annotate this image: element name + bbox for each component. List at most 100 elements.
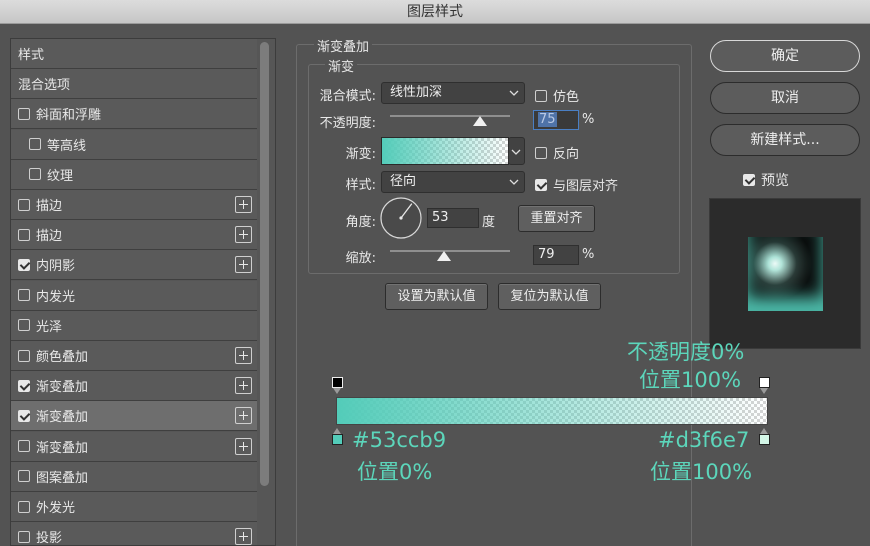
scale-slider-thumb[interactable] — [437, 251, 451, 261]
sidebar-item[interactable]: 描边 — [11, 220, 257, 251]
gradient-bar[interactable] — [336, 397, 768, 425]
end-opacity-position-note: 位置100% — [639, 368, 742, 392]
sidebar-item-checkbox[interactable] — [18, 530, 30, 543]
blend-mode-label: 混合模式: — [319, 89, 376, 104]
sidebar-item[interactable]: 渐变叠加 — [11, 431, 257, 462]
sidebar-item-label: 斜面和浮雕 — [36, 108, 102, 124]
sidebar-item-label: 渐变叠加 — [36, 380, 89, 396]
new-style-button[interactable]: 新建样式... — [710, 124, 860, 156]
preview-checkbox[interactable]: 预览 — [743, 170, 789, 190]
reverse-checkbox[interactable]: 反向 — [535, 143, 579, 162]
angle-label: 角度: — [345, 215, 376, 230]
sidebar-item-label: 渐变叠加 — [36, 410, 89, 426]
sidebar-item[interactable]: 斜面和浮雕 — [11, 99, 257, 130]
sidebar-item-checkbox[interactable] — [18, 289, 30, 302]
sidebar-item-checkbox[interactable] — [18, 107, 30, 120]
style-select[interactable]: 径向 — [381, 171, 525, 193]
opacity-input[interactable]: 75 — [533, 110, 579, 130]
sidebar-item[interactable]: 等高线 — [11, 129, 257, 160]
sidebar-item-checkbox[interactable] — [18, 379, 30, 392]
sidebar-item-label: 投影 — [36, 531, 63, 546]
add-effect-plus-icon[interactable] — [235, 226, 252, 244]
sidebar-item-checkbox[interactable] — [29, 138, 41, 151]
opacity-stop-end[interactable] — [759, 377, 770, 388]
gradient-picker-button[interactable] — [508, 137, 525, 165]
sidebar-item-checkbox[interactable] — [18, 440, 30, 453]
sidebar-item[interactable]: 颜色叠加 — [11, 341, 257, 371]
preview-thumbnail — [748, 237, 823, 311]
opacity-stop-start-pointer — [333, 388, 341, 394]
scale-value: 79 — [538, 247, 555, 262]
preview-label: 预览 — [761, 173, 789, 189]
sidebar-item[interactable]: 光泽 — [11, 310, 257, 341]
set-as-default-button[interactable]: 设置为默认值 — [385, 283, 488, 310]
style-preview — [709, 198, 861, 349]
angle-dial[interactable] — [379, 196, 423, 240]
sidebar-item[interactable]: 混合选项 — [11, 69, 257, 100]
sidebar-item-label: 内发光 — [36, 289, 76, 305]
add-effect-plus-icon[interactable] — [235, 196, 252, 213]
align-with-layer-checkbox[interactable]: 与图层对齐 — [535, 175, 618, 194]
sidebar-item-label: 渐变叠加 — [36, 440, 89, 456]
add-effect-plus-icon[interactable] — [235, 377, 252, 395]
sidebar-item-checkbox[interactable] — [18, 500, 30, 513]
opacity-slider-track[interactable] — [390, 115, 510, 117]
opacity-stop-start[interactable] — [332, 377, 343, 388]
sidebar-item-label: 内阴影 — [36, 259, 76, 275]
sidebar-item-checkbox[interactable] — [18, 409, 30, 422]
end-opacity-note: 不透明度0% — [627, 340, 745, 364]
sidebar-item-checkbox[interactable] — [18, 319, 30, 332]
sidebar-item-checkbox[interactable] — [18, 228, 30, 241]
angle-input[interactable]: 53 — [427, 208, 479, 228]
sidebar-item-label: 光泽 — [36, 319, 63, 335]
scale-label: 缩放: — [345, 251, 376, 266]
reset-alignment-button[interactable]: 重置对齐 — [518, 205, 595, 232]
align-checkbox-box[interactable] — [535, 178, 547, 191]
dither-checkbox[interactable]: 仿色 — [535, 86, 579, 105]
sidebar-item-checkbox[interactable] — [18, 470, 30, 483]
ok-button[interactable]: 确定 — [710, 40, 860, 72]
sidebar-item[interactable]: 描边 — [11, 190, 257, 220]
sidebar-item-checkbox[interactable] — [18, 349, 30, 362]
style-list: 样式 混合选项 斜面和浮雕 等高线 纹理 描边 描边 内阴影 内发光 光泽 颜色叠加 渐变叠加 渐变叠加… — [10, 38, 276, 546]
align-label: 与图层对齐 — [553, 179, 619, 194]
add-effect-plus-icon[interactable] — [235, 256, 252, 274]
add-effect-plus-icon[interactable] — [235, 347, 252, 364]
color-stop-end[interactable] — [759, 434, 770, 445]
sidebar-item[interactable]: 渐变叠加 — [11, 401, 257, 432]
sidebar-item-checkbox[interactable] — [18, 258, 30, 271]
opacity-slider-thumb[interactable] — [473, 116, 487, 126]
scale-input[interactable]: 79 — [533, 245, 579, 265]
reset-to-default-button[interactable]: 复位为默认值 — [498, 283, 601, 310]
preview-checkbox-box[interactable] — [743, 174, 755, 186]
sidebar-item[interactable]: 样式 — [11, 39, 257, 69]
start-position-note: 位置0% — [357, 460, 433, 484]
sidebar-item[interactable]: 图案叠加 — [11, 461, 257, 492]
sidebar-item[interactable]: 渐变叠加 — [11, 371, 257, 402]
add-effect-plus-icon[interactable] — [235, 437, 252, 455]
add-effect-plus-icon[interactable] — [235, 407, 252, 425]
sidebar-item[interactable]: 投影 — [11, 522, 257, 546]
reverse-checkbox-box[interactable] — [535, 146, 547, 159]
sidebar-item[interactable]: 内阴影 — [11, 250, 257, 281]
gradient-swatch[interactable] — [381, 137, 509, 165]
blend-mode-select[interactable]: 线性加深 — [381, 82, 525, 104]
style-value: 径向 — [390, 174, 417, 189]
style-list-scrollbar[interactable] — [260, 42, 269, 486]
sidebar-item[interactable]: 纹理 — [11, 159, 257, 190]
color-stop-start[interactable] — [332, 434, 343, 445]
sidebar-item-label: 样式 — [18, 48, 45, 63]
chevron-down-icon — [508, 174, 520, 190]
sidebar-item-label: 图案叠加 — [36, 470, 89, 486]
sidebar-item-label: 混合选项 — [18, 78, 71, 94]
sidebar-item-checkbox[interactable] — [18, 198, 30, 211]
sidebar-item[interactable]: 内发光 — [11, 280, 257, 311]
blend-mode-value: 线性加深 — [390, 85, 443, 100]
cancel-button[interactable]: 取消 — [710, 82, 860, 114]
sidebar-item-checkbox[interactable] — [29, 168, 41, 181]
sidebar-item[interactable]: 外发光 — [11, 492, 257, 522]
sidebar-item-label: 等高线 — [47, 138, 87, 154]
add-effect-plus-icon[interactable] — [235, 528, 252, 545]
sidebar-item-label: 描边 — [36, 199, 63, 214]
dither-checkbox-box[interactable] — [535, 89, 547, 102]
